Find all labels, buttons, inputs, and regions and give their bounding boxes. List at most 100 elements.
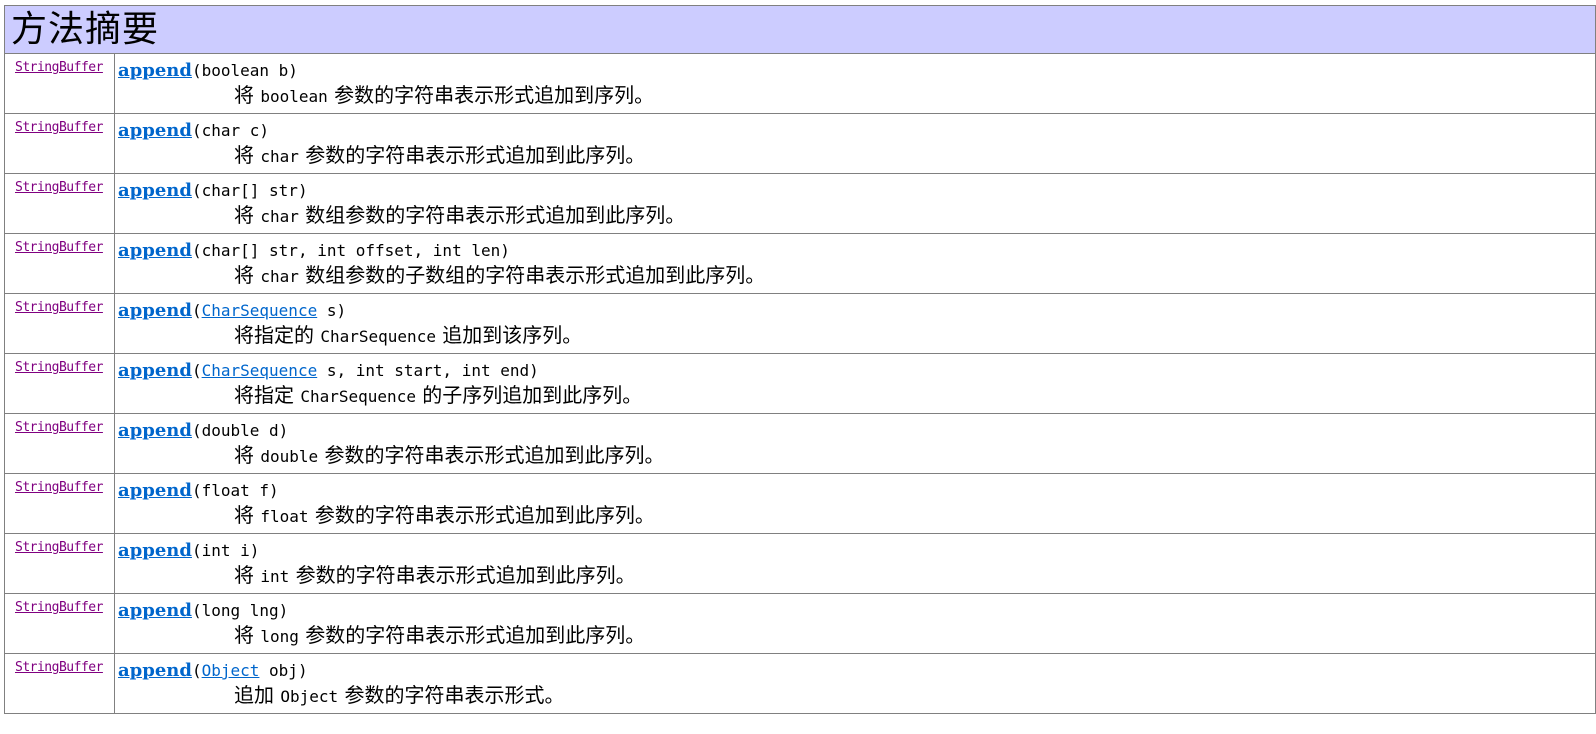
method-signature: append(Object obj) [118,660,1595,682]
method-name-link[interactable]: append [118,180,192,201]
method-cell: append(float f) 将 float 参数的字符串表示形式追加到此序列… [114,473,1596,534]
description-prefix: 将 [234,503,261,527]
return-type-cell: StringBuffer [4,533,115,594]
description-suffix: 数组参数的子数组的字符串表示形式追加到此序列。 [298,263,766,287]
method-row: StringBuffer append(CharSequence s) 将指定的… [4,293,1596,354]
method-description: 将 long 参数的字符串表示形式追加到此序列。 [118,622,1595,650]
description-code: float [260,507,309,526]
method-description: 将 float 参数的字符串表示形式追加到此序列。 [118,502,1595,530]
description-code: long [260,627,299,646]
description-prefix: 将 [234,263,261,287]
signature-params: int i) [201,541,260,560]
method-cell: append(CharSequence s) 将指定的 CharSequence… [114,293,1596,354]
method-name-link[interactable]: append [118,420,192,441]
signature-params: double d) [201,421,289,440]
method-signature: append(CharSequence s) [118,300,1595,322]
description-suffix: 参数的字符串表示形式追加到此序列。 [318,443,665,467]
method-description: 将 char 数组参数的字符串表示形式追加到此序列。 [118,202,1595,230]
method-name-link[interactable]: append [118,540,192,561]
method-name-link[interactable]: append [118,660,192,681]
method-summary-rows: StringBuffer append(boolean b) 将 boolean… [4,53,1596,714]
method-row: StringBuffer append(int i) 将 int 参数的字符串表… [4,533,1596,594]
signature-open-paren: ( [191,61,202,80]
method-description: 将 char 参数的字符串表示形式追加到此序列。 [118,142,1595,170]
param-type-link[interactable]: Object [202,661,260,680]
method-name-link[interactable]: append [118,240,192,261]
description-suffix: 参数的字符串表示形式。 [338,683,565,707]
method-summary-title: 方法摘要 [4,5,1596,54]
description-prefix: 将 [234,203,261,227]
return-type-cell: StringBuffer [4,173,115,234]
signature-params: float f) [201,481,279,500]
signature-params: boolean b) [201,61,298,80]
method-name-link[interactable]: append [118,360,192,381]
return-type-link[interactable]: StringBuffer [15,360,103,375]
signature-open-paren: ( [191,421,202,440]
signature-open-paren: ( [191,241,202,260]
description-suffix: 的子序列追加到此序列。 [415,383,643,407]
description-prefix: 将指定的 [234,323,321,347]
return-type-link[interactable]: StringBuffer [15,600,103,615]
method-summary-table: 方法摘要 StringBuffer append(boolean b) 将 bo… [4,5,1596,714]
method-cell: append(CharSequence s, int start, int en… [114,353,1596,414]
description-prefix: 追加 [234,683,281,707]
signature-open-paren: ( [191,661,202,680]
return-type-link[interactable]: StringBuffer [15,180,103,195]
description-prefix: 将 [234,143,261,167]
method-description: 追加 Object 参数的字符串表示形式。 [118,682,1595,710]
return-type-cell: StringBuffer [4,413,115,474]
method-name-link[interactable]: append [118,480,192,501]
method-cell: append(char[] str) 将 char 数组参数的字符串表示形式追加… [114,173,1596,234]
description-prefix: 将 [234,623,261,647]
method-row: StringBuffer append(char c) 将 char 参数的字符… [4,113,1596,174]
method-cell: append(double d) 将 double 参数的字符串表示形式追加到此… [114,413,1596,474]
description-suffix: 追加到该序列。 [435,323,583,347]
method-row: StringBuffer append(char[] str) 将 char 数… [4,173,1596,234]
method-name-link[interactable]: append [118,600,192,621]
return-type-link[interactable]: StringBuffer [15,120,103,135]
description-prefix: 将 [234,83,261,107]
method-cell: append(char c) 将 char 参数的字符串表示形式追加到此序列。 [114,113,1596,174]
description-code: CharSequence [300,387,416,406]
return-type-link[interactable]: StringBuffer [15,420,103,435]
method-signature: append(boolean b) [118,60,1595,82]
method-signature: append(double d) [118,420,1595,442]
param-type-link[interactable]: CharSequence [202,361,318,380]
method-signature: append(CharSequence s, int start, int en… [118,360,1595,382]
description-code: CharSequence [320,327,436,346]
method-name-link[interactable]: append [118,300,192,321]
description-suffix: 数组参数的字符串表示形式追加到此序列。 [298,203,686,227]
return-type-link[interactable]: StringBuffer [15,240,103,255]
return-type-link[interactable]: StringBuffer [15,480,103,495]
method-signature: append(char[] str) [118,180,1595,202]
signature-params: obj) [259,661,308,680]
signature-open-paren: ( [191,601,202,620]
method-cell: append(Object obj) 追加 Object 参数的字符串表示形式。 [114,653,1596,714]
method-name-link[interactable]: append [118,60,192,81]
method-description: 将 char 数组参数的子数组的字符串表示形式追加到此序列。 [118,262,1595,290]
description-code: char [260,147,299,166]
signature-open-paren: ( [191,181,202,200]
return-type-link[interactable]: StringBuffer [15,660,103,675]
signature-open-paren: ( [191,361,202,380]
method-name-link[interactable]: append [118,120,192,141]
signature-open-paren: ( [191,301,202,320]
method-description: 将 int 参数的字符串表示形式追加到此序列。 [118,562,1595,590]
signature-params: char[] str, int offset, int len) [201,241,510,260]
description-prefix: 将 [234,443,261,467]
signature-open-paren: ( [191,121,202,140]
method-summary-header-row: 方法摘要 [4,5,1596,54]
method-signature: append(char c) [118,120,1595,142]
description-suffix: 参数的字符串表示形式追加到此序列。 [298,623,646,647]
description-code: Object [280,687,339,706]
return-type-link[interactable]: StringBuffer [15,60,103,75]
return-type-cell: StringBuffer [4,293,115,354]
method-description: 将 double 参数的字符串表示形式追加到此序列。 [118,442,1595,470]
description-suffix: 参数的字符串表示形式追加到此序列。 [298,143,646,167]
signature-params: s) [317,301,347,320]
param-type-link[interactable]: CharSequence [202,301,318,320]
method-row: StringBuffer append(long lng) 将 long 参数的… [4,593,1596,654]
method-cell: append(char[] str, int offset, int len) … [114,233,1596,294]
return-type-link[interactable]: StringBuffer [15,300,103,315]
return-type-link[interactable]: StringBuffer [15,540,103,555]
